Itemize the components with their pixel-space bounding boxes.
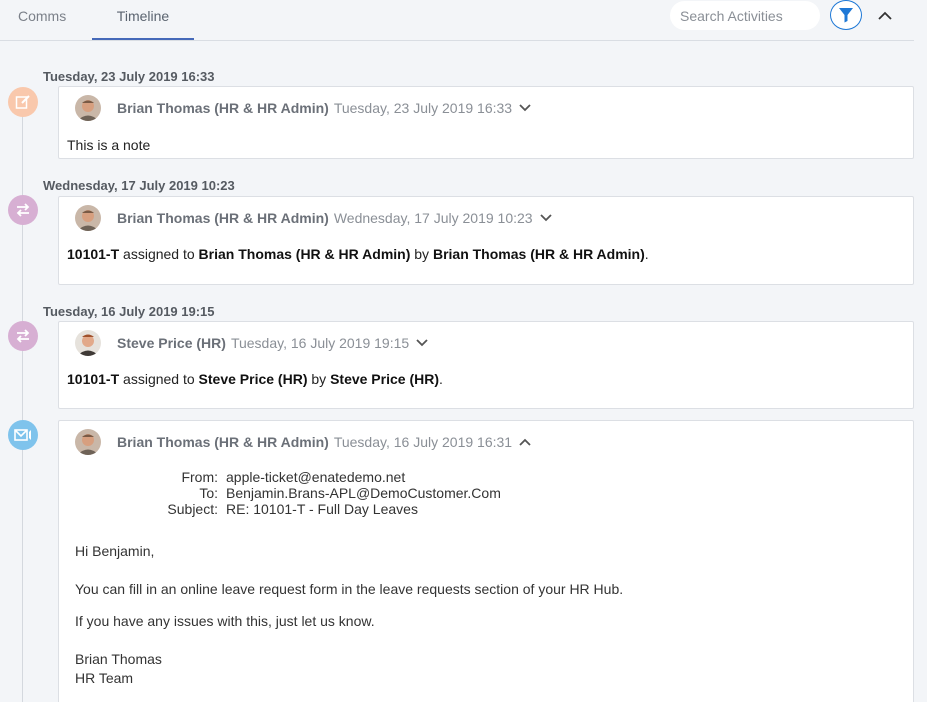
card-header: Brian Thomas (HR & HR Admin) Tuesday, 23… [75, 95, 532, 121]
chevron-up-icon [878, 11, 892, 20]
date-header: Tuesday, 16 July 2019 19:15 [43, 304, 215, 319]
card-header: Brian Thomas (HR & HR Admin) Wednesday, … [75, 205, 553, 231]
assigner-name: Steve Price (HR) [330, 371, 439, 387]
assignment-activity-icon [8, 195, 38, 225]
email-header-fields: From: apple-ticket@enatedemo.net To: Ben… [119, 469, 501, 517]
date-header: Wednesday, 17 July 2019 10:23 [43, 178, 235, 193]
author-name: Brian Thomas (HR & HR Admin) [117, 210, 329, 226]
filter-button[interactable] [830, 0, 862, 30]
subject-value: RE: 10101-T - Full Day Leaves [226, 501, 418, 517]
activity-tab-bar: Comms Timeline [0, 0, 914, 41]
author-name: Brian Thomas (HR & HR Admin) [117, 434, 329, 450]
avatar [75, 95, 101, 121]
collapse-button[interactable] [875, 6, 895, 24]
to-row: To: Benjamin.Brans-APL@DemoCustomer.Com [119, 485, 501, 501]
activity-timestamp: Tuesday, 16 July 2019 19:15 [230, 335, 410, 351]
collapse-email-button[interactable] [518, 435, 532, 449]
chevron-up-icon [519, 438, 531, 446]
signature-name: Brian Thomas [75, 651, 162, 667]
expand-button[interactable] [518, 101, 532, 115]
assignment-card: Brian Thomas (HR & HR Admin) Wednesday, … [58, 196, 914, 285]
tab-comms[interactable]: Comms [18, 0, 66, 40]
email-greeting: Hi Benjamin, [75, 543, 155, 559]
email-icon [14, 429, 31, 441]
note-card: Brian Thomas (HR & HR Admin) Tuesday, 23… [58, 86, 914, 159]
assigner-name: Brian Thomas (HR & HR Admin) [432, 246, 645, 262]
period: . [439, 371, 443, 387]
signature-team: HR Team [75, 670, 134, 686]
period: . [644, 246, 649, 262]
note-activity-icon [8, 87, 38, 117]
chevron-down-icon [539, 214, 552, 222]
activity-timestamp: Wednesday, 17 July 2019 10:23 [333, 210, 533, 226]
assignee-name: Steve Price (HR) [198, 371, 308, 387]
author-name: Steve Price (HR) [117, 335, 226, 351]
assignment-text: 10101-T assigned to Steve Price (HR) by … [67, 371, 443, 387]
email-activity-icon [8, 420, 38, 450]
tab-timeline[interactable]: Timeline [92, 0, 194, 40]
chevron-down-icon [519, 104, 531, 112]
activity-timestamp: Tuesday, 23 July 2019 16:33 [333, 100, 513, 116]
date-header: Tuesday, 23 July 2019 16:33 [43, 69, 215, 84]
chevron-down-icon [416, 339, 428, 347]
expand-button[interactable] [539, 211, 553, 225]
assigned-to-word: assigned to [123, 371, 195, 387]
card-header: Brian Thomas (HR & HR Admin) Tuesday, 16… [75, 429, 532, 455]
subject-label: Subject: [167, 501, 218, 517]
ticket-ref: 10101-T [67, 371, 120, 387]
assignee-name: Brian Thomas (HR & HR Admin) [198, 246, 411, 262]
assignment-card: Steve Price (HR) Tuesday, 16 July 2019 1… [58, 321, 914, 409]
avatar [75, 330, 101, 356]
swap-icon [16, 203, 30, 217]
email-card: Brian Thomas (HR & HR Admin) Tuesday, 16… [58, 420, 914, 702]
assigned-to-word: assigned to [123, 246, 195, 262]
ticket-ref: 10101-T [67, 246, 120, 262]
from-row: From: apple-ticket@enatedemo.net [119, 469, 501, 485]
assignment-activity-icon [8, 321, 38, 351]
author-name: Brian Thomas (HR & HR Admin) [117, 100, 329, 116]
activity-timestamp: Tuesday, 16 July 2019 16:31 [333, 434, 513, 450]
to-value: Benjamin.Brans-APL@DemoCustomer.Com [226, 485, 501, 501]
note-text: This is a note [67, 137, 151, 153]
filter-icon [839, 8, 853, 23]
search-activities-input[interactable] [670, 1, 820, 30]
avatar [75, 429, 101, 455]
expand-button[interactable] [415, 336, 429, 350]
by-word: by [414, 246, 430, 262]
to-label: To: [199, 485, 218, 501]
assignment-text: 10101-T assigned to Brian Thomas (HR & H… [67, 246, 649, 262]
from-label: From: [181, 469, 218, 485]
swap-icon [16, 329, 30, 343]
by-word: by [311, 371, 327, 387]
email-paragraph: If you have any issues with this, just l… [75, 613, 375, 629]
edit-icon [15, 95, 30, 109]
card-header: Steve Price (HR) Tuesday, 16 July 2019 1… [75, 330, 429, 356]
from-value: apple-ticket@enatedemo.net [226, 469, 406, 485]
avatar [75, 205, 101, 231]
subject-row: Subject: RE: 10101-T - Full Day Leaves [119, 501, 501, 517]
email-paragraph: You can fill in an online leave request … [75, 581, 624, 597]
